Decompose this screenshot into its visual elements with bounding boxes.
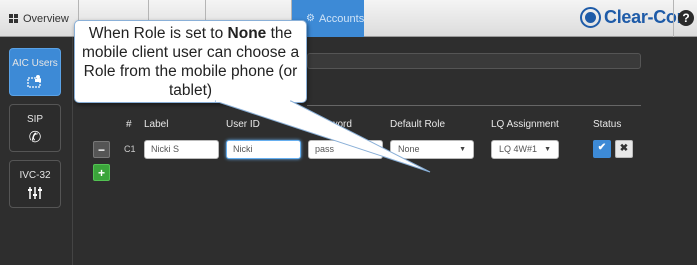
callout-pointer: [214, 100, 431, 173]
